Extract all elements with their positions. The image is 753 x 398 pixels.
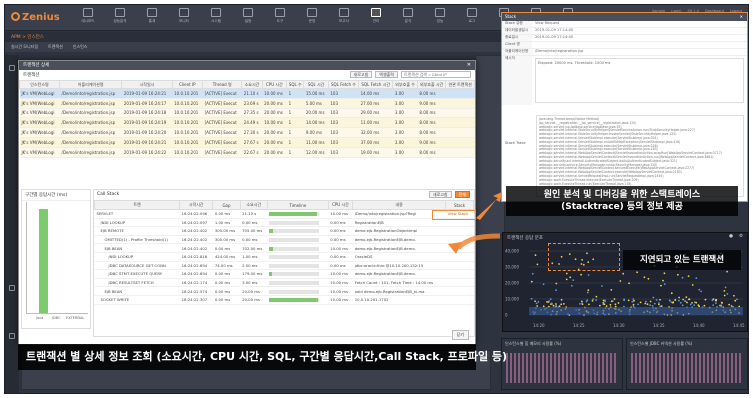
arrow-to-stack-icon: [476, 192, 502, 220]
bottom-callout: 트랜잭션 별 상세 정보 조회 (소요시간, CPU 시간, SQL, 구간별 …: [18, 344, 507, 370]
annotation-arrows: [448, 192, 502, 254]
arrow-curve: [456, 233, 501, 250]
